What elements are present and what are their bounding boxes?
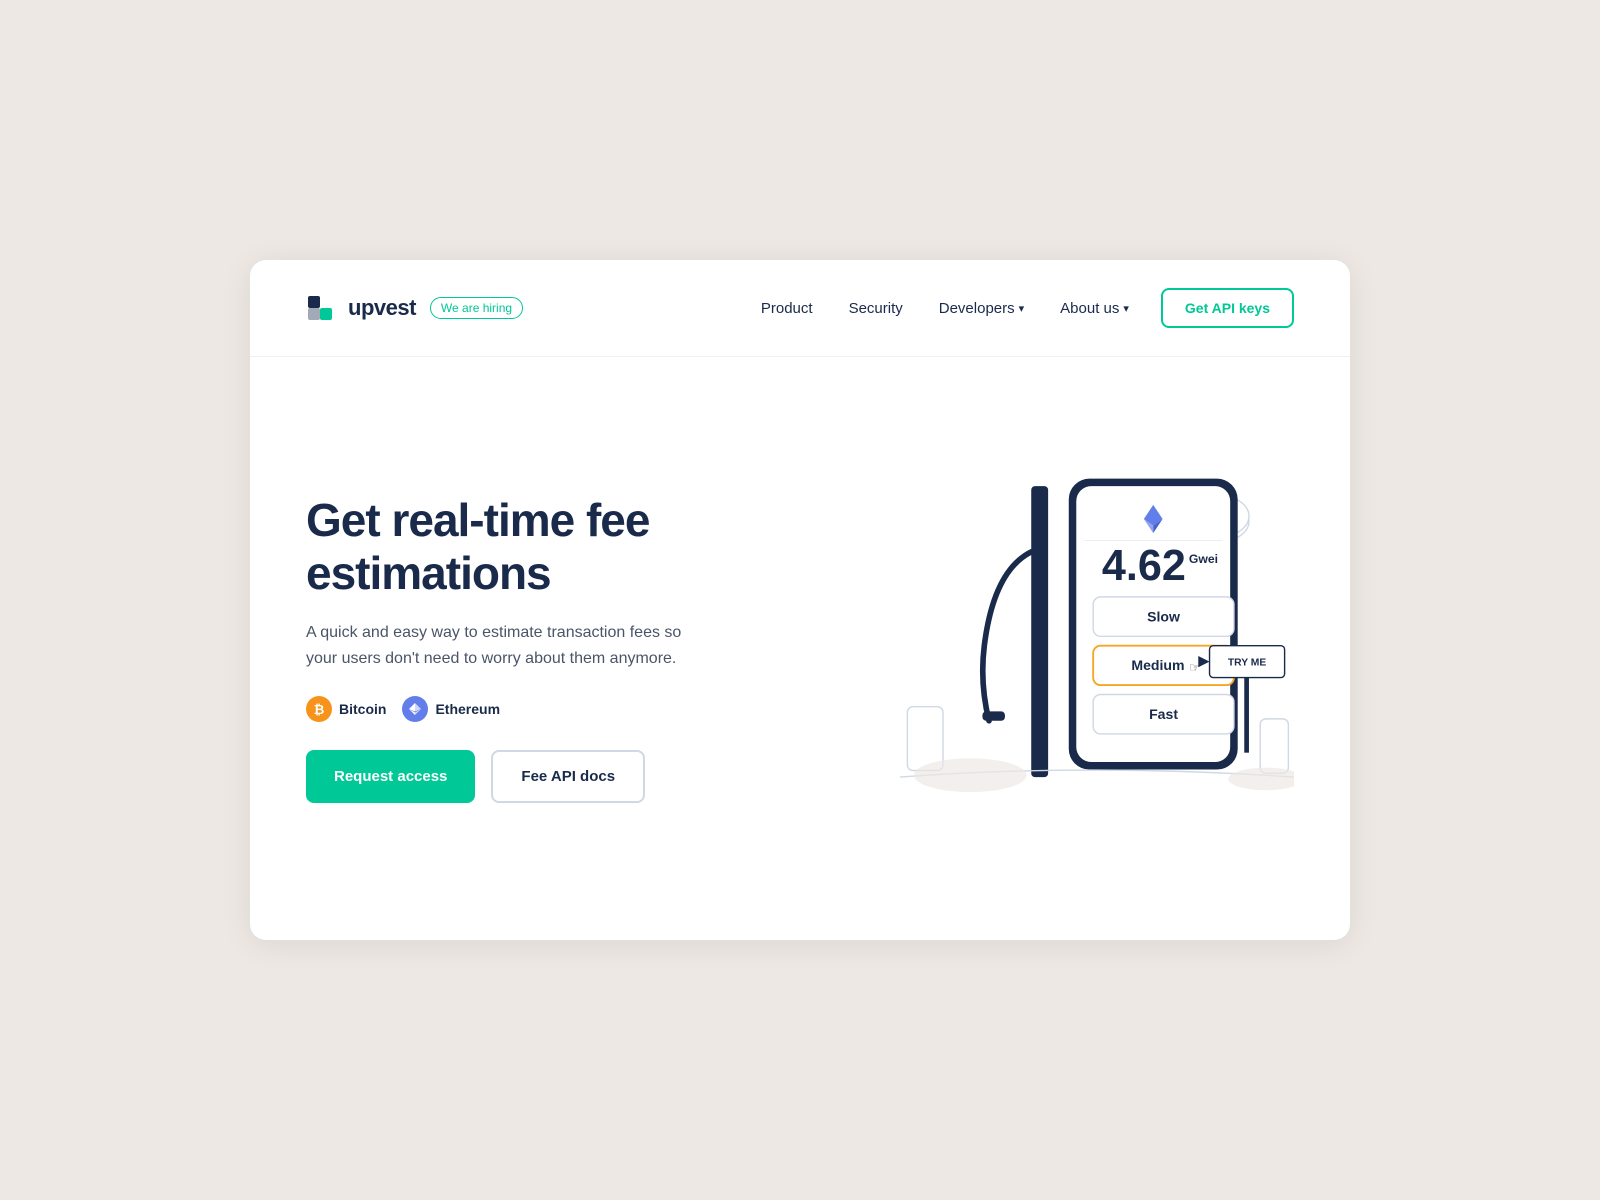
logo-text: upvest [348, 295, 416, 321]
ethereum-label: Ethereum [435, 701, 500, 717]
illustration-svg: 4.62 Gwei Slow Medium ☞ Fast [806, 458, 1294, 833]
bitcoin-badge: ₿ Bitcoin [306, 696, 386, 722]
svg-text:Medium: Medium [1131, 657, 1184, 673]
ethereum-badge: Ethereum [402, 696, 500, 722]
hero-left: Get real-time fee estimations A quick an… [306, 494, 766, 804]
chevron-down-icon: ▾ [1123, 302, 1129, 315]
nav-links: Product Security Developers ▾ About us ▾ [761, 300, 1129, 317]
hiring-badge: We are hiring [430, 297, 523, 319]
logo-icon [306, 294, 334, 322]
fee-widget-illustration: 4.62 Gwei Slow Medium ☞ Fast [806, 458, 1294, 838]
svg-text:Slow: Slow [1147, 609, 1180, 625]
nav-about[interactable]: About us ▾ [1060, 300, 1129, 317]
logo-area: upvest We are hiring [306, 294, 523, 322]
get-api-keys-button[interactable]: Get API keys [1161, 288, 1294, 328]
ethereum-icon [402, 696, 428, 722]
svg-text:Gwei: Gwei [1189, 552, 1218, 566]
chevron-down-icon: ▾ [1019, 302, 1025, 315]
hero-title: Get real-time fee estimations [306, 494, 766, 600]
page-card: upvest We are hiring Product Security De… [250, 260, 1350, 940]
hero-description: A quick and easy way to estimate transac… [306, 620, 686, 673]
navbar: upvest We are hiring Product Security De… [250, 260, 1350, 357]
nav-developers[interactable]: Developers ▾ [939, 300, 1024, 317]
svg-text:4.62: 4.62 [1102, 542, 1186, 590]
bitcoin-icon: ₿ [306, 696, 332, 722]
request-access-button[interactable]: Request access [306, 750, 475, 803]
nav-product[interactable]: Product [761, 300, 813, 317]
nav-security[interactable]: Security [849, 300, 903, 317]
hero-buttons: Request access Fee API docs [306, 750, 766, 803]
hero-illustration: 4.62 Gwei Slow Medium ☞ Fast [806, 439, 1294, 859]
coin-badges: ₿ Bitcoin Ethereum [306, 696, 766, 722]
svg-text:Fast: Fast [1149, 706, 1178, 722]
svg-text:TRY ME: TRY ME [1228, 658, 1267, 669]
bitcoin-label: Bitcoin [339, 701, 386, 717]
hero-section: Get real-time fee estimations A quick an… [250, 357, 1350, 940]
fee-api-docs-button[interactable]: Fee API docs [491, 750, 645, 803]
